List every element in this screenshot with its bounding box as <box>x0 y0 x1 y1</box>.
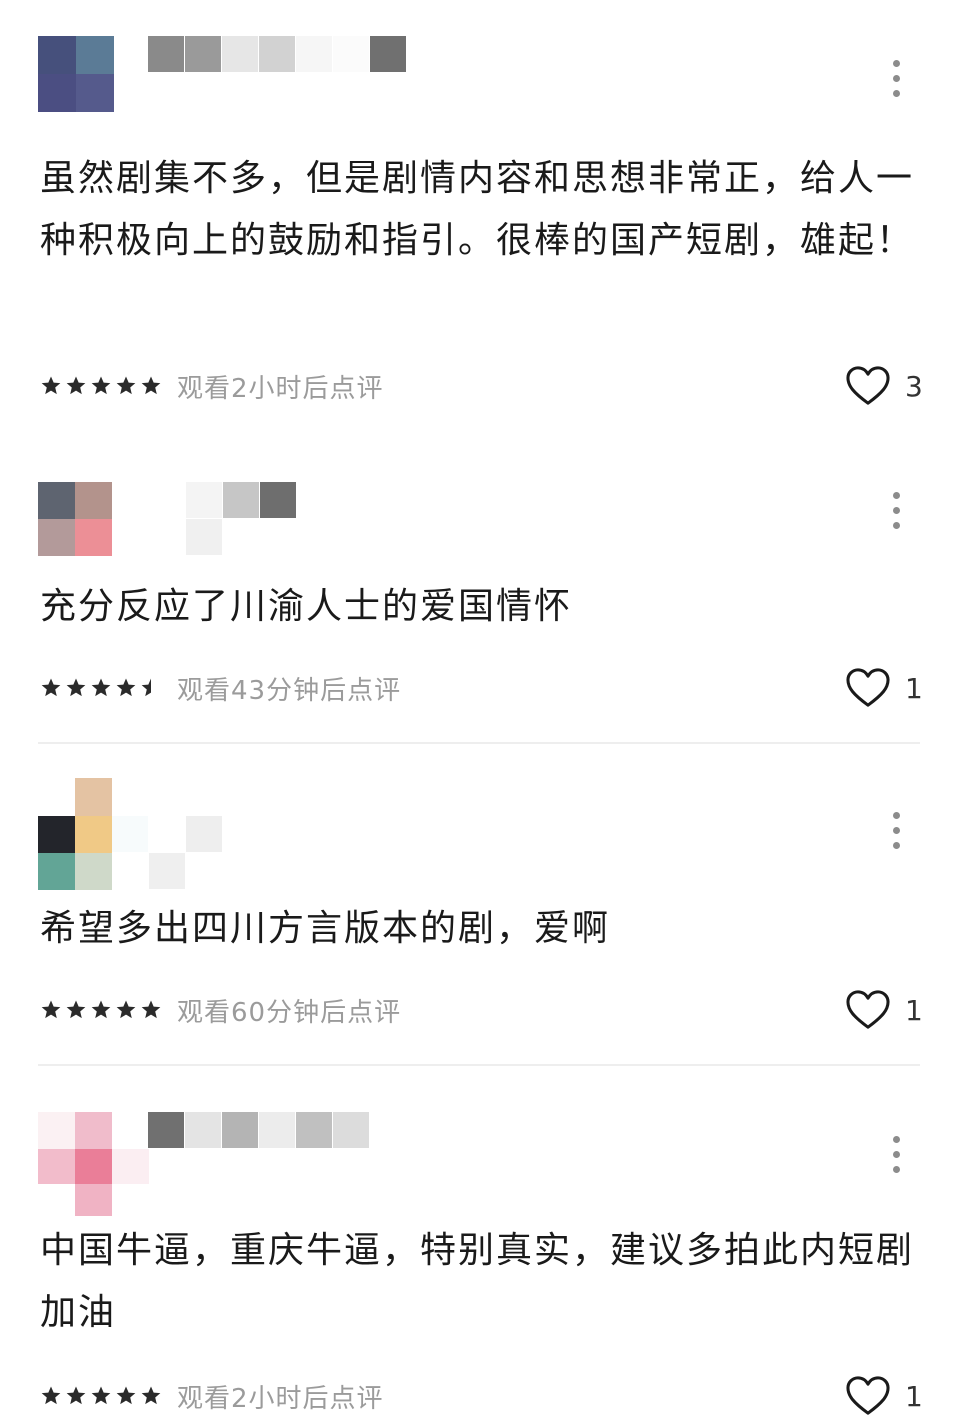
watch-note: 观看2小时后点评 <box>177 1383 384 1414</box>
star-filled-icon <box>116 1000 136 1019</box>
star-filled-icon <box>141 1386 161 1405</box>
star-rating <box>40 999 165 1021</box>
comment-item: 希望多出四川方言版本的剧，爱啊 观看60分钟后点评 1 <box>0 778 960 1038</box>
comment-text: 中国牛逼，重庆牛逼，特别真实，建议多拍此内短剧加油 <box>40 1230 915 1333</box>
like-count: 1 <box>905 1379 923 1413</box>
star-filled-icon <box>91 1386 111 1405</box>
heart-outline-icon <box>846 990 890 1029</box>
username-redacted[interactable] <box>148 1112 374 1152</box>
like-button[interactable]: 1 <box>845 1372 935 1420</box>
like-count: 3 <box>905 369 923 403</box>
like-button[interactable]: 3 <box>845 362 935 410</box>
comment-text: 充分反应了川渝人士的爱国情怀 <box>40 586 573 627</box>
watch-note: 观看2小时后点评 <box>177 373 384 404</box>
more-options-button[interactable] <box>874 1126 918 1182</box>
comment-text: 希望多出四川方言版本的剧，爱啊 <box>40 908 611 949</box>
comment-item: 充分反应了川渝人士的爱国情怀 观看43分钟后点评 1 <box>0 482 960 712</box>
like-button[interactable]: 1 <box>845 986 935 1034</box>
more-options-button[interactable] <box>874 50 918 106</box>
avatar[interactable] <box>38 482 114 558</box>
username-redacted[interactable] <box>112 778 224 890</box>
divider <box>38 742 920 744</box>
star-rating <box>40 1385 165 1407</box>
more-options-button[interactable] <box>874 802 918 858</box>
star-filled-icon <box>41 1000 61 1019</box>
comment-meta: 观看43分钟后点评 <box>40 668 401 708</box>
avatar[interactable] <box>38 1112 149 1216</box>
star-rating <box>40 677 165 699</box>
star-half-icon <box>141 678 151 697</box>
username-redacted[interactable] <box>186 482 298 556</box>
star-filled-icon <box>116 1386 136 1405</box>
comment-feed: 虽然剧集不多，但是剧情内容和思想非常正，给人一种积极向上的鼓励和指引。很棒的国产… <box>0 0 960 1428</box>
star-filled-icon <box>116 376 136 395</box>
star-filled-icon <box>66 678 86 697</box>
star-rating <box>40 375 165 397</box>
divider <box>38 1064 920 1066</box>
comment-item: 中国牛逼，重庆牛逼，特别真实，建议多拍此内短剧加油 观看2小时后点评 1 <box>0 1112 960 1428</box>
watch-note: 观看60分钟后点评 <box>177 997 402 1028</box>
star-filled-icon <box>41 376 61 395</box>
star-filled-icon <box>41 678 61 697</box>
username-redacted[interactable] <box>148 36 410 76</box>
watch-note: 观看43分钟后点评 <box>177 675 402 706</box>
like-button[interactable]: 1 <box>845 664 935 712</box>
more-vertical-icon <box>892 811 900 819</box>
star-filled-icon <box>91 1000 111 1019</box>
comment-item: 虽然剧集不多，但是剧情内容和思想非常正，给人一种积极向上的鼓励和指引。很棒的国产… <box>0 36 960 416</box>
more-vertical-icon <box>892 1135 900 1143</box>
more-vertical-icon <box>892 59 900 67</box>
like-count: 1 <box>905 671 923 705</box>
heart-outline-icon <box>846 1376 890 1415</box>
star-filled-icon <box>66 1386 86 1405</box>
star-filled-icon <box>66 376 86 395</box>
star-filled-icon <box>141 376 161 395</box>
avatar[interactable] <box>38 36 114 112</box>
more-vertical-icon <box>892 491 900 499</box>
heart-outline-icon <box>846 366 890 405</box>
comment-meta: 观看2小时后点评 <box>40 366 384 406</box>
comment-text: 虽然剧集不多，但是剧情内容和思想非常正，给人一种积极向上的鼓励和指引。很棒的国产… <box>40 158 915 261</box>
heart-outline-icon <box>846 668 890 707</box>
comment-meta: 观看2小时后点评 <box>40 1376 384 1416</box>
more-options-button[interactable] <box>874 482 918 538</box>
star-filled-icon <box>91 376 111 395</box>
comment-meta: 观看60分钟后点评 <box>40 990 401 1030</box>
star-filled-icon <box>116 678 136 697</box>
star-filled-icon <box>141 1000 161 1019</box>
star-filled-icon <box>91 678 111 697</box>
avatar[interactable] <box>38 778 114 890</box>
star-filled-icon <box>41 1386 61 1405</box>
like-count: 1 <box>905 993 923 1027</box>
star-filled-icon <box>66 1000 86 1019</box>
